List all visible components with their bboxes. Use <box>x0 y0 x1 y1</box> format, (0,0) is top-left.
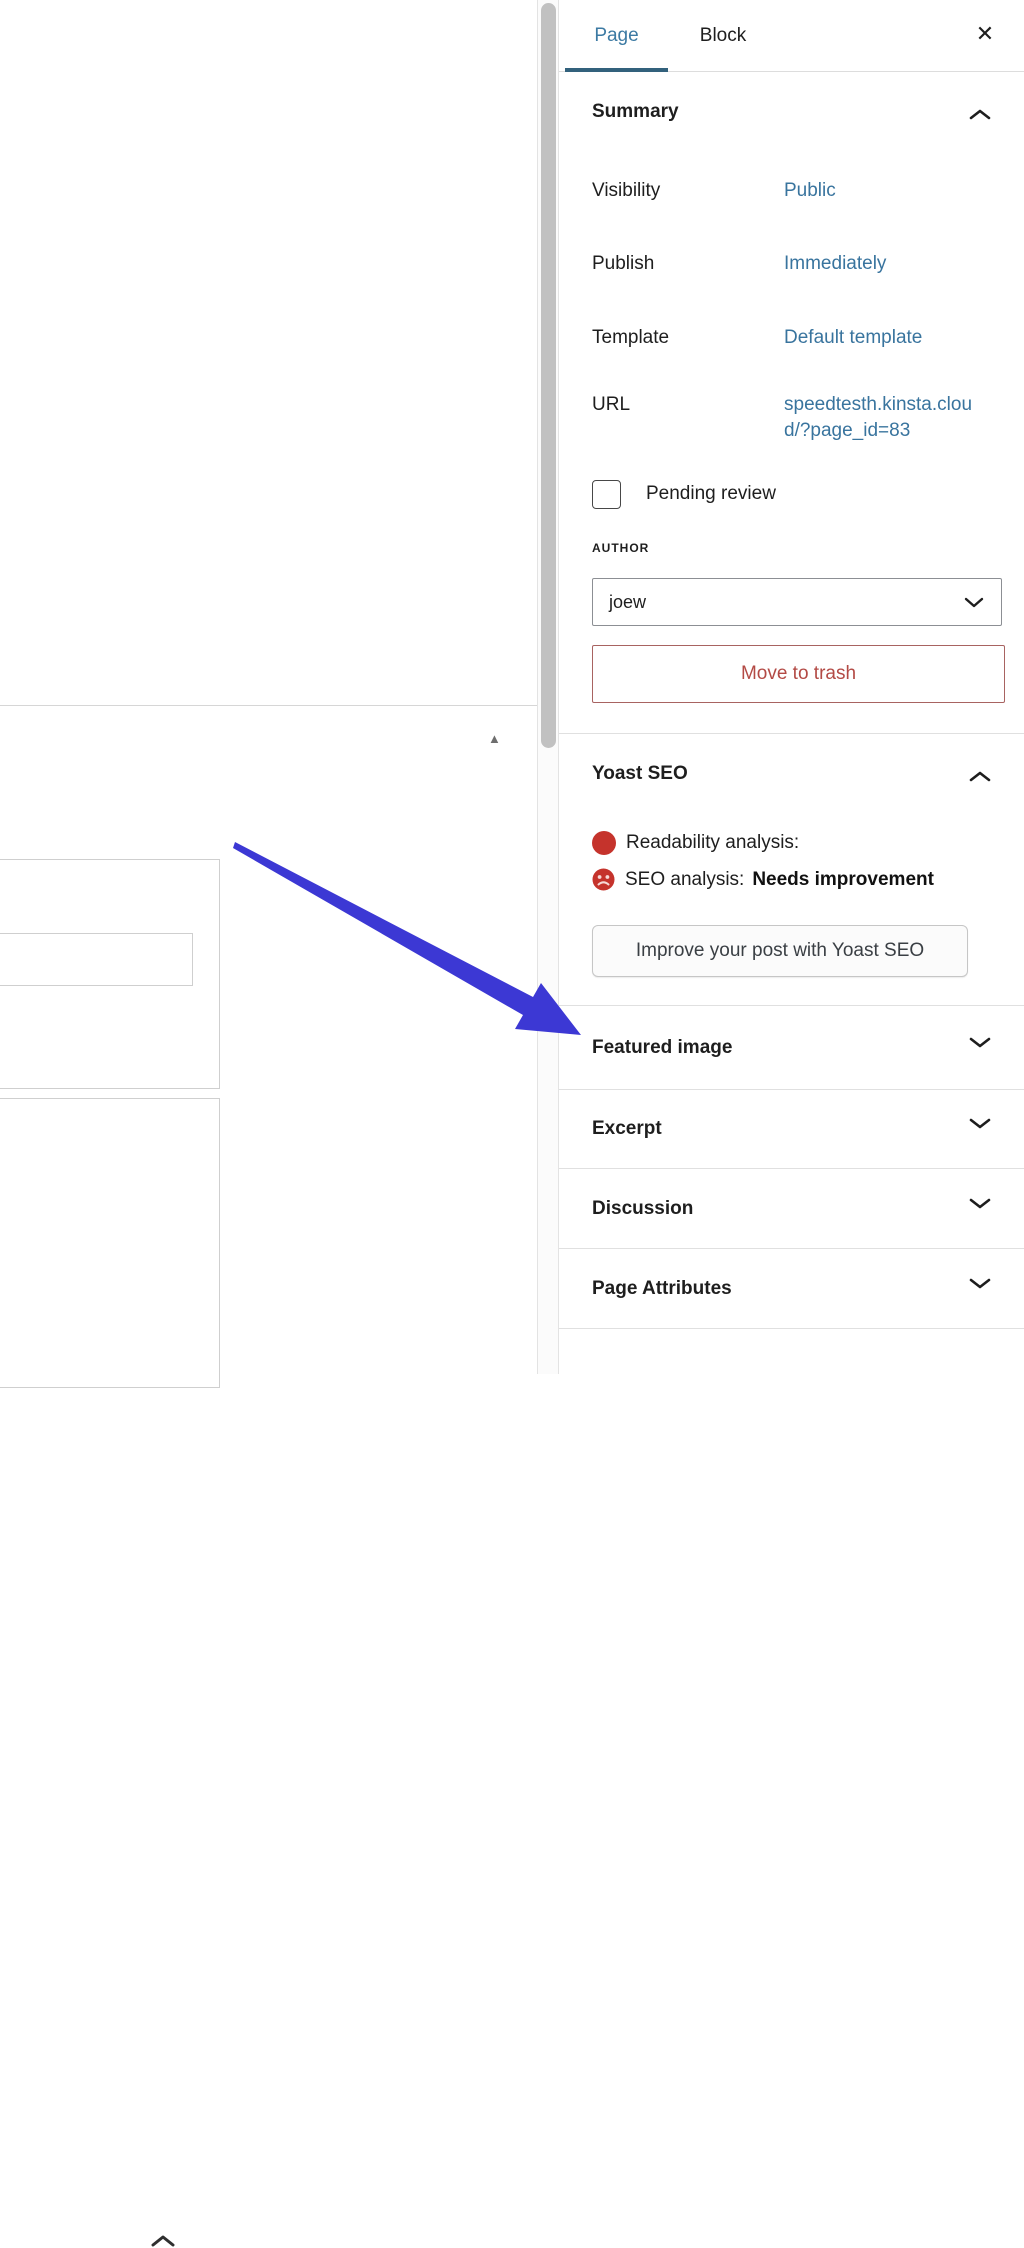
chevron-down-icon <box>968 1036 998 1060</box>
summary-panel-title: Summary <box>592 101 679 123</box>
pending-review-checkbox[interactable] <box>592 480 621 509</box>
canvas-text-input[interactable] <box>0 933 193 986</box>
url-value[interactable]: speedtesth.kinsta.cloud/?page_id=83 <box>784 392 984 444</box>
excerpt-title: Excerpt <box>592 1118 662 1140</box>
featured-image-panel[interactable]: Featured image <box>559 1008 1024 1088</box>
seo-analysis-value: Needs improvement <box>752 869 934 891</box>
discussion-panel[interactable]: Discussion <box>559 1169 1024 1249</box>
url-label: URL <box>592 394 630 416</box>
featured-image-title: Featured image <box>592 1037 732 1059</box>
visibility-label: Visibility <box>592 180 660 202</box>
readability-label: Readability analysis: <box>626 832 799 854</box>
template-value[interactable]: Default template <box>784 327 922 349</box>
publish-value[interactable]: Immediately <box>784 253 886 275</box>
chevron-down-icon <box>968 1277 998 1301</box>
summary-collapse-button[interactable] <box>968 102 998 126</box>
seo-status-row: SEO analysis: Needs improvement <box>592 868 934 891</box>
scrollbar-track[interactable] <box>537 0 559 1374</box>
tab-block[interactable]: Block <box>677 0 769 72</box>
improve-post-button[interactable]: Improve your post with Yoast SEO <box>592 925 968 977</box>
pending-review-label: Pending review <box>646 483 776 505</box>
canvas-divider <box>0 705 537 706</box>
panel-divider <box>559 733 1024 734</box>
excerpt-panel[interactable]: Excerpt <box>559 1089 1024 1169</box>
page-attributes-panel[interactable]: Page Attributes <box>559 1249 1024 1329</box>
chevron-down-icon <box>968 1197 998 1221</box>
publish-label: Publish <box>592 253 654 275</box>
close-icon[interactable]: ✕ <box>969 18 1001 50</box>
sad-face-icon <box>592 868 615 891</box>
yoast-panel-title: Yoast SEO <box>592 763 688 785</box>
readability-status-icon <box>592 831 616 855</box>
seo-analysis-label: SEO analysis: <box>625 869 744 891</box>
panel-divider <box>559 1328 1024 1329</box>
editor-canvas: ▲ <box>0 0 537 1374</box>
readability-status-row: Readability analysis: <box>592 831 799 855</box>
chevron-up-icon <box>968 770 998 783</box>
block-outline <box>0 1098 220 1388</box>
template-label: Template <box>592 327 669 349</box>
tab-page[interactable]: Page <box>565 0 668 72</box>
author-select[interactable]: joew <box>592 578 1002 626</box>
author-selected-value: joew <box>609 592 646 613</box>
chevron-down-icon <box>963 596 985 608</box>
chevron-up-icon[interactable] <box>150 2234 176 2248</box>
move-to-trash-button[interactable]: Move to trash <box>592 645 1005 703</box>
visibility-value[interactable]: Public <box>784 180 836 202</box>
discussion-title: Discussion <box>592 1198 693 1220</box>
panel-divider <box>559 1005 1024 1006</box>
scrollbar-thumb[interactable] <box>541 3 556 748</box>
settings-sidebar: Page Block ✕ Summary Visibility Public P… <box>559 0 1024 1374</box>
page-attributes-title: Page Attributes <box>592 1278 732 1300</box>
chevron-down-icon <box>968 1117 998 1141</box>
chevron-up-icon <box>968 108 998 121</box>
author-label: AUTHOR <box>592 541 649 555</box>
collapse-triangle-icon[interactable]: ▲ <box>488 732 501 745</box>
yoast-collapse-button[interactable] <box>968 764 998 788</box>
